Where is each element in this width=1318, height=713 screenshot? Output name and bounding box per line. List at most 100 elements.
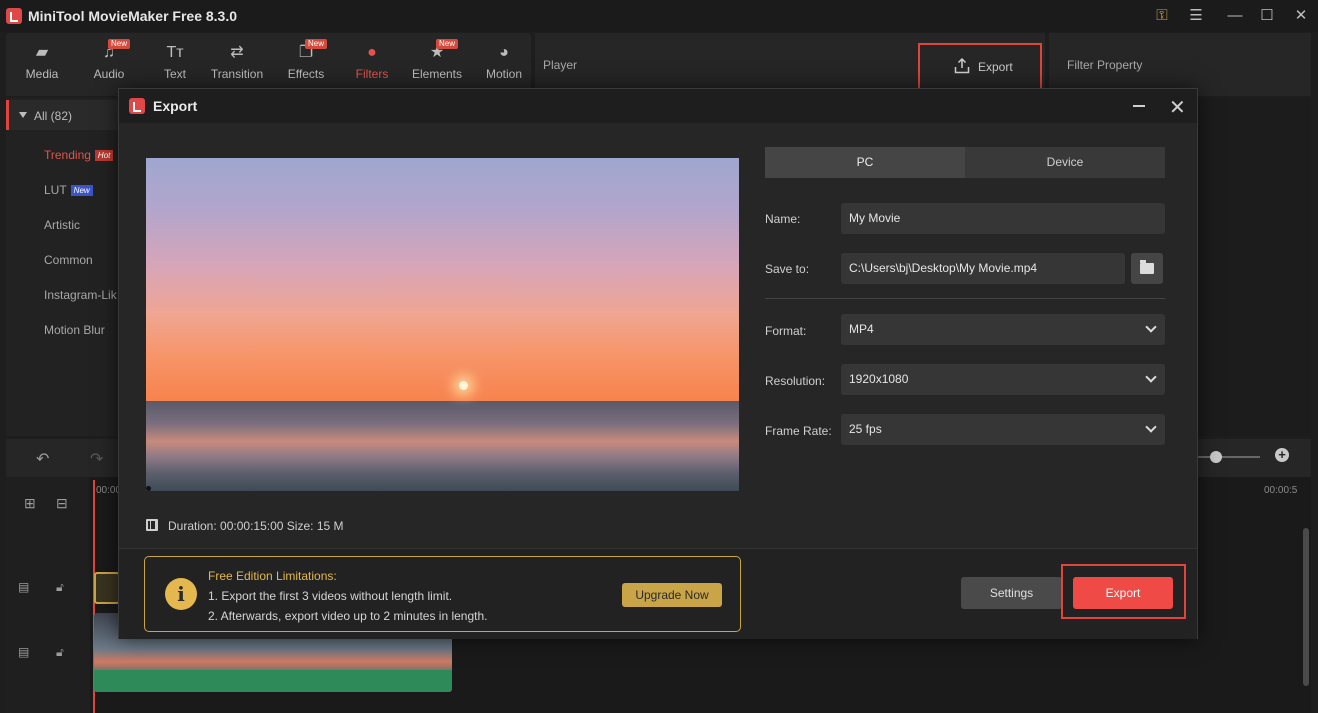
category-artistic[interactable]: Artistic: [44, 218, 80, 232]
upload-icon: [954, 58, 970, 74]
transition-icon: ⇄: [230, 44, 244, 61]
tool-media-label: Media: [25, 67, 59, 81]
filter-property-header: Filter Property: [1049, 33, 1311, 96]
resolution-label: Resolution:: [765, 374, 826, 388]
tab-pc[interactable]: PC: [765, 147, 965, 178]
redo-icon[interactable]: ↷: [90, 449, 103, 469]
player-header: Player Export: [535, 33, 1045, 96]
tool-text-label: Text: [163, 67, 186, 81]
minimize-icon[interactable]: —: [1224, 6, 1246, 26]
free-edition-limits: i Free Edition Limitations: 1. Export th…: [144, 556, 741, 632]
hot-badge: Hot: [94, 150, 114, 162]
category-lut-label: LUT: [44, 183, 67, 197]
tool-filters-label: Filters: [355, 67, 389, 81]
timeline-scrollbar[interactable]: [1303, 528, 1309, 686]
dialog-header: Export ✕: [119, 89, 1197, 123]
filter-category-panel: All (82) Trending Hot LUT New Artistic Com…: [6, 98, 126, 436]
tool-media[interactable]: ▰ Media: [9, 39, 75, 89]
zoom-in-icon[interactable]: +: [1275, 448, 1289, 462]
format-label: Format:: [765, 324, 807, 338]
new-badge: New: [70, 185, 93, 197]
lock-icon[interactable]: 🔓︎: [56, 580, 64, 595]
undo-icon[interactable]: ↶: [36, 449, 49, 469]
chevron-down-icon: [1145, 421, 1157, 433]
tab-device[interactable]: Device: [965, 147, 1165, 178]
duration-info: Duration: 00:00:15:00 Size: 15 M: [168, 519, 344, 533]
chevron-down-icon: [1145, 321, 1157, 333]
tool-transition[interactable]: ⇄ Transition: [204, 39, 270, 89]
category-motion-blur[interactable]: Motion Blur: [44, 323, 105, 337]
name-field[interactable]: My Movie: [841, 203, 1165, 234]
preview-sun: [459, 381, 468, 390]
browse-folder-button[interactable]: [1131, 253, 1163, 284]
chevron-down-icon: [1145, 371, 1157, 383]
tool-elements[interactable]: New ★ Elements: [404, 39, 470, 89]
track-header-column: ⊞ ⊟ ▤ 🔓︎ ▤ 🔓︎: [6, 477, 90, 713]
category-trending[interactable]: Trending Hot: [44, 148, 114, 162]
size-value: 15 M: [316, 519, 344, 533]
divider: [765, 298, 1165, 299]
frame-rate-label: Frame Rate:: [765, 424, 832, 438]
key-icon[interactable]: ⚿: [1151, 6, 1173, 26]
dialog-title: Export: [153, 98, 198, 114]
preview-progress-handle[interactable]: [146, 486, 151, 491]
frame-rate-select[interactable]: 25 fps: [841, 414, 1165, 445]
preview-sky: [146, 158, 739, 401]
new-badge: New: [107, 39, 130, 49]
film-track-icon: ▤: [18, 580, 30, 594]
media-icon: ▰: [35, 44, 49, 61]
film-icon: [146, 519, 158, 531]
limits-line-1: 1. Export the first 3 videos without len…: [208, 589, 453, 603]
export-button[interactable]: Export: [1073, 577, 1173, 609]
export-top-button[interactable]: Export: [918, 43, 1042, 93]
category-common[interactable]: Common: [44, 253, 93, 267]
category-instagram[interactable]: Instagram-Lik: [44, 288, 117, 302]
tool-audio-label: Audio: [93, 67, 125, 81]
video-preview: [146, 158, 739, 491]
info-icon: i: [165, 578, 197, 610]
category-all-label: All (82): [34, 109, 73, 123]
player-label: Player: [543, 58, 578, 72]
new-badge: New: [435, 39, 458, 49]
name-label: Name:: [765, 212, 801, 226]
app-title: MiniTool MovieMaker Free 8.3.0: [28, 8, 238, 24]
export-top-label: Export: [978, 60, 1013, 74]
resolution-value: 1920x1080: [849, 372, 909, 386]
tool-text[interactable]: Tт Text: [142, 39, 208, 89]
resolution-select[interactable]: 1920x1080: [841, 364, 1165, 395]
menu-icon[interactable]: ☰: [1185, 6, 1207, 26]
category-all[interactable]: All (82): [6, 100, 126, 130]
tool-effects[interactable]: New ❐ Effects: [273, 39, 339, 89]
title-bar: MiniTool MovieMaker Free 8.3.0 ⚿ ☰ — ☐ ✕: [0, 0, 1318, 32]
filters-icon: ●: [367, 44, 377, 61]
tool-effects-label: Effects: [287, 67, 325, 81]
film-track-icon: ▤: [18, 645, 30, 659]
filter-clip[interactable]: [94, 572, 120, 604]
remove-track-icon[interactable]: ⊟: [56, 495, 68, 512]
tool-motion[interactable]: ◕ Motion: [471, 39, 537, 89]
dialog-minimize-icon[interactable]: [1133, 105, 1145, 107]
close-icon[interactable]: ✕: [1290, 6, 1312, 26]
format-select[interactable]: MP4: [841, 314, 1165, 345]
tool-audio[interactable]: New ♫ Audio: [76, 39, 142, 89]
settings-button[interactable]: Settings: [961, 577, 1062, 609]
dialog-close-icon[interactable]: ✕: [1169, 95, 1186, 120]
preview-sea: [146, 401, 739, 491]
collapse-triangle-icon: [19, 112, 27, 118]
tool-filters[interactable]: ● Filters: [339, 39, 405, 89]
save-path-field[interactable]: C:\Users\bj\Desktop\My Movie.mp4: [841, 253, 1125, 284]
export-dialog: Export ✕ Duration: 00:00:15:00 Size: 15 …: [118, 88, 1198, 639]
lock-icon[interactable]: 🔓︎: [56, 645, 64, 660]
zoom-slider-track[interactable]: [1198, 456, 1260, 458]
maximize-icon[interactable]: ☐: [1256, 6, 1278, 26]
app-logo-icon: [6, 8, 22, 24]
upgrade-now-button[interactable]: Upgrade Now: [622, 583, 722, 607]
export-target-tabs: PC Device: [765, 147, 1165, 178]
filter-property-label: Filter Property: [1067, 58, 1143, 72]
category-lut[interactable]: LUT New: [44, 183, 93, 197]
add-track-icon[interactable]: ⊞: [24, 495, 36, 512]
size-label: Size:: [286, 519, 314, 533]
zoom-slider-handle[interactable]: [1210, 451, 1222, 463]
new-badge: New: [304, 39, 327, 49]
audio-waveform: [94, 670, 452, 692]
